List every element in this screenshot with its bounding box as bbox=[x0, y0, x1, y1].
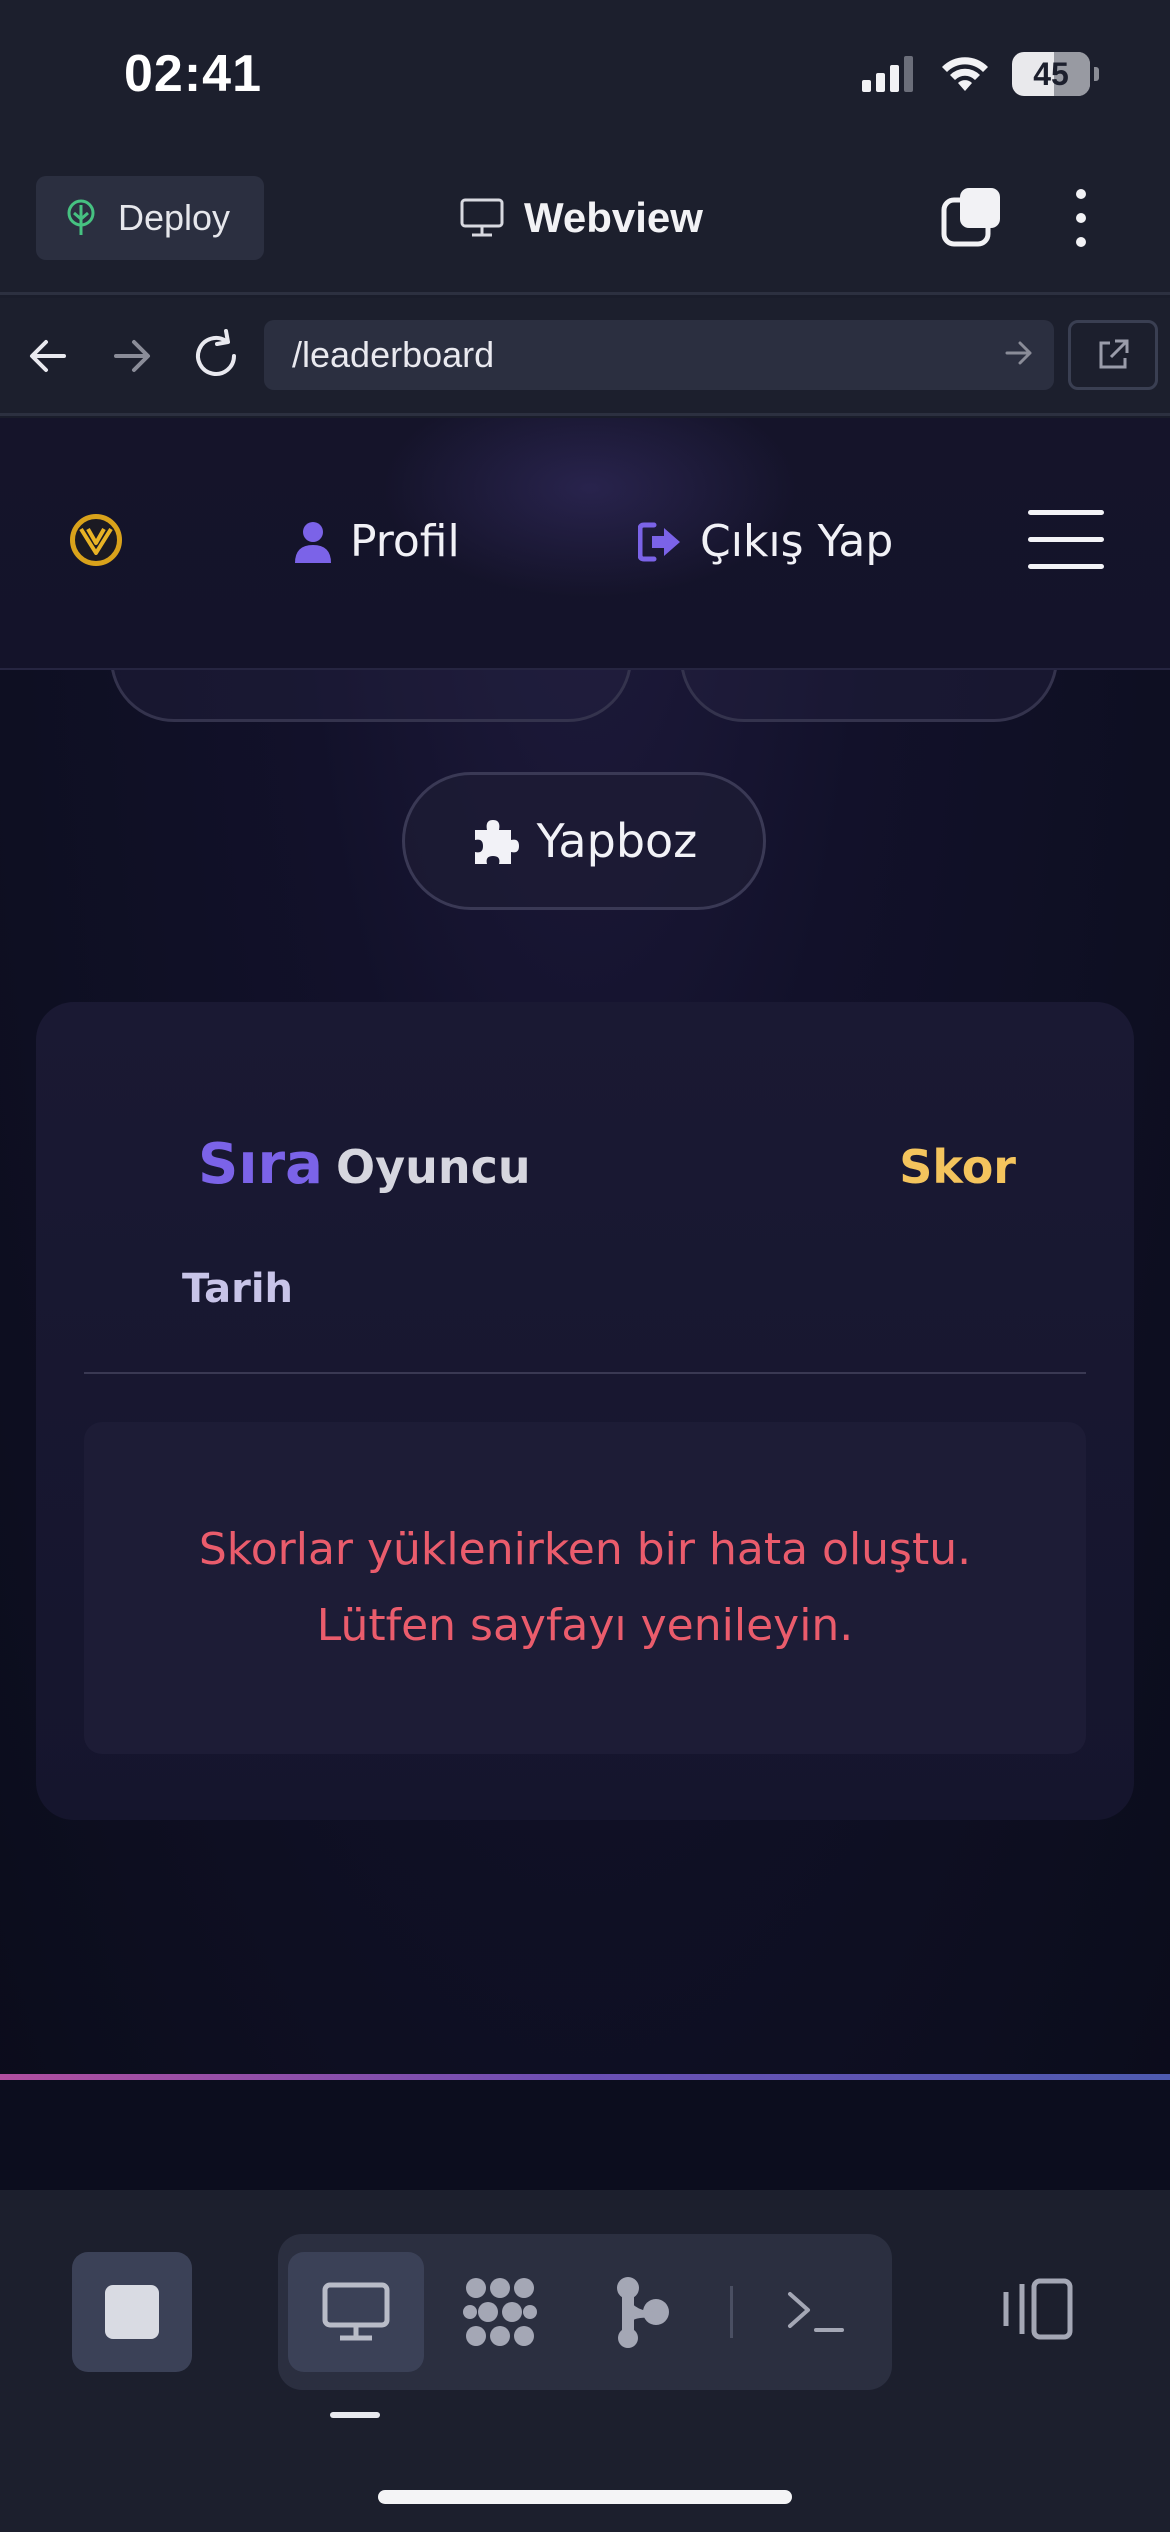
error-message: Skorlar yüklenirken bir hata oluştu. Lüt… bbox=[198, 1524, 972, 1651]
deploy-button[interactable]: Deploy bbox=[36, 176, 264, 260]
status-time: 02:41 bbox=[124, 45, 262, 103]
rank-column-header: Sıra bbox=[198, 1132, 323, 1197]
site-navbar: Profil Çıkış Yap bbox=[0, 418, 1170, 670]
cellular-signal-icon bbox=[862, 56, 913, 92]
active-tab-indicator bbox=[330, 2412, 380, 2418]
bottom-tab-bar bbox=[0, 2190, 1170, 2532]
url-text: /leaderboard bbox=[292, 334, 495, 375]
url-input[interactable]: /leaderboard bbox=[264, 320, 1054, 390]
more-options-icon[interactable] bbox=[1066, 186, 1096, 250]
go-arrow-icon[interactable] bbox=[1004, 338, 1034, 368]
status-bar: 02:41 45 bbox=[0, 0, 1170, 160]
logout-link[interactable]: Çıkış Yap bbox=[638, 516, 893, 567]
monitor-icon bbox=[322, 2282, 390, 2341]
apps-grid-icon bbox=[463, 2278, 537, 2346]
forward-arrow-icon[interactable] bbox=[112, 328, 152, 384]
terminal-icon bbox=[788, 2292, 844, 2332]
sign-out-icon bbox=[638, 522, 680, 561]
wifi-icon bbox=[942, 57, 988, 91]
battery-level: 45 bbox=[1033, 55, 1069, 92]
webview-content: Profil Çıkış Yap Yapboz Sıra Oyuncu Skor… bbox=[0, 418, 1170, 2190]
hamburger-menu-icon[interactable] bbox=[1028, 510, 1104, 572]
monitor-icon bbox=[460, 198, 504, 237]
player-column-header: Oyuncu bbox=[336, 1140, 531, 1194]
home-indicator bbox=[378, 2490, 792, 2504]
external-link-icon bbox=[1099, 339, 1129, 369]
stop-icon bbox=[105, 2285, 159, 2339]
open-external-button[interactable] bbox=[1068, 320, 1158, 390]
error-message-box: Skorlar yüklenirken bir hata oluştu. Lüt… bbox=[84, 1422, 1086, 1754]
tab-group bbox=[278, 2234, 892, 2390]
date-column-header: Tarih bbox=[182, 1266, 294, 1312]
tab-separator bbox=[730, 2286, 733, 2338]
header-divider bbox=[84, 1372, 1086, 1374]
tab-git[interactable] bbox=[574, 2252, 710, 2372]
deploy-icon bbox=[67, 199, 95, 235]
status-icons: 45 bbox=[862, 52, 1099, 96]
deploy-label: Deploy bbox=[118, 197, 231, 238]
webview-tab-title[interactable]: Webview bbox=[460, 180, 703, 256]
reload-icon[interactable] bbox=[192, 328, 242, 384]
app-toolbar: Deploy Webview bbox=[0, 160, 1170, 295]
puzzle-game-button[interactable]: Yapboz bbox=[402, 772, 766, 910]
logo-icon bbox=[79, 527, 113, 555]
tabs-switcher-icon[interactable] bbox=[940, 186, 1004, 250]
profile-label: Profil bbox=[350, 516, 460, 567]
tab-apps[interactable] bbox=[432, 2252, 568, 2372]
tab-webview[interactable] bbox=[288, 2252, 424, 2372]
user-icon bbox=[295, 521, 331, 563]
url-row: /leaderboard bbox=[0, 298, 1170, 416]
panel-toggle-icon[interactable] bbox=[1000, 2278, 1074, 2340]
score-column-header: Skor bbox=[899, 1140, 1016, 1194]
site-logo[interactable] bbox=[70, 514, 122, 566]
webview-label: Webview bbox=[524, 194, 703, 241]
footer-area bbox=[0, 2080, 1170, 2190]
logout-label: Çıkış Yap bbox=[700, 516, 894, 567]
back-arrow-icon[interactable] bbox=[28, 328, 68, 384]
git-branch-icon bbox=[617, 2277, 669, 2348]
stop-button[interactable] bbox=[72, 2252, 192, 2372]
puzzle-label: Yapboz bbox=[536, 814, 698, 868]
tab-shell[interactable] bbox=[748, 2252, 884, 2372]
battery-indicator: 45 bbox=[1012, 52, 1099, 96]
leaderboard-card: Sıra Oyuncu Skor Tarih Skorlar yüklenirk… bbox=[36, 1002, 1134, 1820]
profile-link[interactable]: Profil bbox=[294, 516, 460, 567]
puzzle-piece-icon bbox=[474, 820, 519, 864]
